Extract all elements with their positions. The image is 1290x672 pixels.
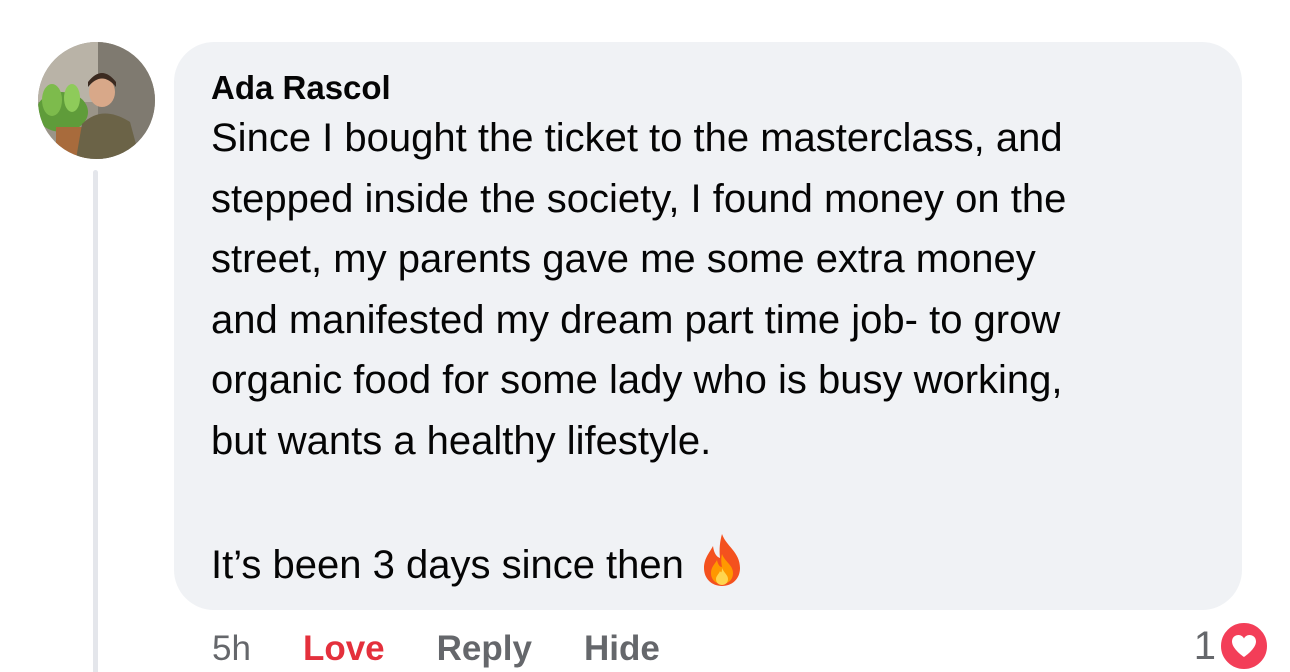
comment-line-final: It’s been 3 days since then xyxy=(211,532,1212,596)
comment-timestamp[interactable]: 5h xyxy=(212,626,251,672)
comment-line: street, my parents gave me some extra mo… xyxy=(211,237,1036,281)
comment-final-text: It’s been 3 days since then xyxy=(211,542,684,587)
comment-author[interactable]: Ada Rascol xyxy=(211,68,1212,108)
comment-bubble: Ada Rascol Since I bought the ticket to … xyxy=(174,42,1242,610)
comment-line: and manifested my dream part time job- t… xyxy=(211,297,1061,342)
heart-icon xyxy=(1232,635,1256,657)
reaction-summary[interactable]: 1 xyxy=(1194,620,1270,672)
reaction-count: 1 xyxy=(1193,624,1216,668)
hide-button[interactable]: Hide xyxy=(584,626,660,672)
thread-line xyxy=(93,170,98,672)
reply-button[interactable]: Reply xyxy=(437,626,532,672)
comment-line: organic food for some lady who is busy w… xyxy=(211,358,1063,402)
fire-icon xyxy=(703,533,740,586)
avatar[interactable] xyxy=(38,42,155,159)
comment-line: stepped inside the society, I found mone… xyxy=(211,176,1067,221)
comment-actions: 5h Love Reply Hide xyxy=(212,626,712,672)
comment-line: Since I bought the ticket to the masterc… xyxy=(211,116,1063,160)
heart-reaction-badge xyxy=(1218,620,1270,672)
comment-line: but wants a healthy lifestyle. xyxy=(211,418,712,463)
love-button[interactable]: Love xyxy=(303,626,385,672)
comment-body: Since I bought the ticket to the masterc… xyxy=(211,108,1212,595)
avatar-image xyxy=(38,42,155,159)
